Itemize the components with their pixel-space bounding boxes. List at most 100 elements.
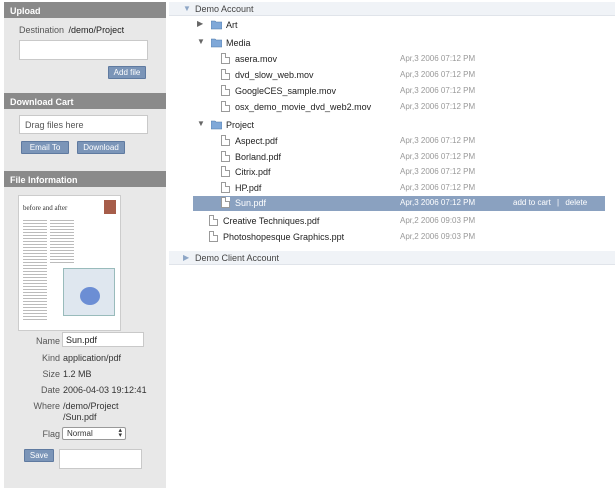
root-label: Demo Account — [195, 4, 254, 14]
file-icon — [221, 69, 230, 80]
flag-select[interactable]: Normal ▴ ▾ — [62, 427, 126, 440]
folder-art[interactable]: ▶ Art — [169, 18, 615, 33]
kind-label: Kind — [41, 353, 60, 363]
file-icon — [209, 215, 218, 226]
upload-input[interactable] — [19, 40, 148, 60]
add-file-button[interactable]: Add file — [108, 66, 146, 79]
delete-link[interactable]: delete — [565, 198, 587, 207]
upload-header: Upload — [4, 2, 166, 18]
where-value-line1: /demo/Project — [63, 401, 119, 411]
expanded-triangle-icon[interactable]: ▼ — [197, 37, 205, 46]
thumbnail-circle — [80, 287, 100, 305]
file-date: Apr,2 2006 09:03 PM — [400, 232, 476, 241]
download-button[interactable]: Download — [77, 141, 125, 154]
file-info-panel: before and after Name Sun.pdf Kind appli… — [4, 187, 166, 488]
thumbnail-title: before and after — [23, 204, 68, 212]
where-label: Where — [33, 401, 60, 411]
file-name: osx_demo_movie_dvd_web2.mov — [235, 102, 372, 112]
drag-drop-zone[interactable]: Drag files here — [19, 115, 148, 134]
drag-drop-text: Drag files here — [25, 120, 84, 130]
destination-line: Destination /demo/Project — [19, 25, 124, 35]
file-icon — [221, 85, 230, 96]
folder-media[interactable]: ▼ Media — [169, 36, 615, 51]
file-icon — [221, 197, 230, 208]
list-item[interactable]: GoogleCES_sample.mov Apr,3 2006 07:12 PM — [169, 84, 615, 99]
file-name: Citrix.pdf — [235, 167, 271, 177]
size-value: 1.2 MB — [63, 369, 92, 379]
file-info-header: File Information — [4, 171, 166, 187]
email-to-button[interactable]: Email To — [21, 141, 69, 154]
list-item[interactable]: asera.mov Apr,3 2006 07:12 PM — [169, 52, 615, 67]
name-input[interactable]: Sun.pdf — [62, 332, 144, 347]
root-label: Demo Client Account — [195, 253, 280, 263]
file-date: Apr,3 2006 07:12 PM — [400, 86, 476, 95]
tree-root-demo-account[interactable]: ▼ Demo Account — [169, 2, 615, 16]
folder-icon — [211, 38, 222, 48]
where-value-line2: /Sun.pdf — [63, 412, 97, 422]
file-icon — [221, 53, 230, 64]
selected-file-row[interactable]: Sun.pdf Apr,3 2006 07:12 PM add to cart … — [193, 196, 605, 211]
file-name: HP.pdf — [235, 183, 262, 193]
date-value: 2006-04-03 19:12:41 — [63, 385, 147, 395]
file-date: Apr,3 2006 07:12 PM — [400, 152, 476, 161]
folder-name: Media — [226, 38, 251, 48]
folder-icon — [211, 20, 222, 30]
folder-project[interactable]: ▼ Project — [169, 118, 615, 133]
file-icon — [221, 101, 230, 112]
thumbnail-textcol-1 — [23, 220, 47, 320]
actions-separator: | — [557, 198, 560, 207]
select-arrows-icon: ▴ ▾ — [118, 427, 122, 439]
list-item[interactable]: HP.pdf Apr,3 2006 07:12 PM — [169, 181, 615, 196]
list-item[interactable]: Creative Techniques.pdf Apr,2 2006 09:03… — [169, 214, 615, 229]
destination-label: Destination — [19, 25, 65, 35]
file-name: Creative Techniques.pdf — [223, 216, 320, 226]
file-name: dvd_slow_web.mov — [235, 70, 314, 80]
file-name: Photoshopesque Graphics.ppt — [223, 232, 345, 242]
download-cart-header: Download Cart — [4, 93, 166, 109]
list-item[interactable]: Citrix.pdf Apr,3 2006 07:12 PM — [169, 165, 615, 180]
list-item[interactable]: Borland.pdf Apr,3 2006 07:12 PM — [169, 150, 615, 165]
thumbnail-graphic — [63, 268, 115, 316]
file-thumbnail: before and after — [18, 195, 121, 331]
file-date: Apr,3 2006 07:12 PM — [400, 70, 476, 79]
name-label: Name — [35, 336, 60, 346]
upload-panel: Destination /demo/Project Add file — [4, 18, 166, 93]
flag-label: Flag — [42, 429, 60, 439]
file-date: Apr,2 2006 09:03 PM — [400, 216, 476, 225]
kind-value: application/pdf — [63, 353, 122, 363]
file-name: Borland.pdf — [235, 152, 282, 162]
expanded-triangle-icon[interactable]: ▼ — [183, 4, 191, 13]
collapsed-triangle-icon[interactable]: ▶ — [183, 253, 189, 262]
folder-name: Project — [226, 120, 255, 130]
save-button[interactable]: Save — [24, 449, 54, 462]
list-item[interactable]: dvd_slow_web.mov Apr,3 2006 07:12 PM — [169, 68, 615, 83]
file-icon — [221, 135, 230, 146]
file-date: Apr,3 2006 07:12 PM — [400, 136, 476, 145]
folder-name: Art — [226, 20, 238, 30]
collapsed-triangle-icon[interactable]: ▶ — [197, 19, 203, 28]
file-name: Aspect.pdf — [235, 136, 278, 146]
date-label: Date — [40, 385, 60, 395]
destination-path: /demo/Project — [68, 25, 125, 35]
list-item[interactable]: Aspect.pdf Apr,3 2006 07:12 PM — [169, 134, 615, 149]
left-sidebar: Upload Destination /demo/Project Add fil… — [4, 2, 166, 488]
file-icon — [221, 166, 230, 177]
file-icon — [221, 151, 230, 162]
expanded-triangle-icon[interactable]: ▼ — [197, 119, 205, 128]
thumbnail-textcol-2 — [50, 220, 74, 264]
size-label: Size — [42, 369, 60, 379]
file-date: Apr,3 2006 07:12 PM — [400, 167, 476, 176]
file-date: Apr,3 2006 07:12 PM — [400, 183, 476, 192]
list-item[interactable]: Photoshopesque Graphics.ppt Apr,2 2006 0… — [169, 230, 615, 245]
comment-input[interactable] — [59, 449, 142, 469]
add-to-cart-link[interactable]: add to cart — [513, 198, 551, 207]
file-name: asera.mov — [235, 54, 278, 64]
file-date: Apr,3 2006 07:12 PM — [400, 102, 476, 111]
row-actions: add to cart | delete — [513, 198, 587, 207]
tree-root-demo-client-account[interactable]: ▶ Demo Client Account — [169, 251, 615, 265]
list-item[interactable]: osx_demo_movie_dvd_web2.mov Apr,3 2006 0… — [169, 100, 615, 115]
file-tree: ▼ Demo Account ▶ Art ▼ Media asera.mov A… — [169, 2, 615, 488]
folder-icon — [211, 120, 222, 130]
file-name: GoogleCES_sample.mov — [235, 86, 337, 96]
file-date: Apr,3 2006 07:12 PM — [400, 54, 476, 63]
